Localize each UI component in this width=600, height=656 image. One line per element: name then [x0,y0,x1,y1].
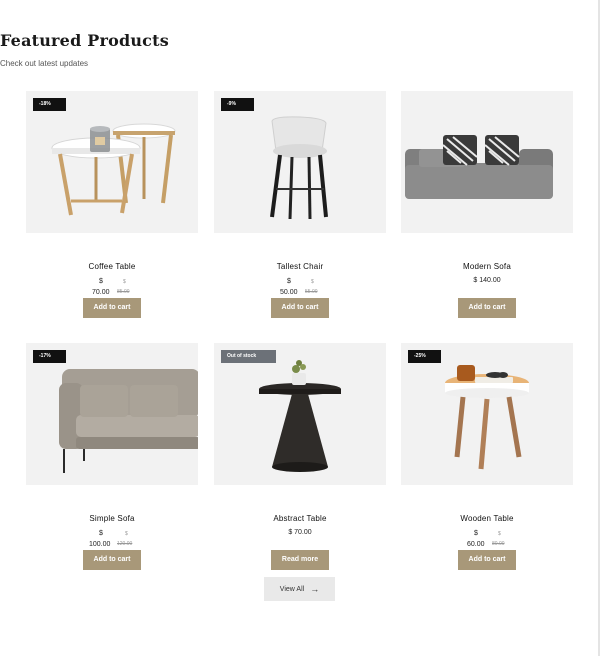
product-name[interactable]: Coffee Table [26,262,198,271]
bar-chair-illustration [270,116,328,220]
price-amount: 100.00 [89,541,111,548]
price-amount: 50.00 [280,289,298,296]
old-price-currency: $ [498,531,501,537]
price-text: $ 140.00 [473,277,501,284]
simple-sofa-illustration [59,369,198,473]
section-subtitle: Check out latest updates [0,59,89,68]
abstract-table-illustration [259,360,341,472]
view-all-label: View All [279,586,305,593]
product-name[interactable]: Simple Sofa [26,514,198,523]
section-title: Featured Products [0,31,169,50]
modern-sofa-illustration [405,135,553,199]
add-to-cart-button[interactable]: Add to cart [271,298,329,318]
old-price-currency: $ [311,279,314,285]
read-more-button[interactable]: Read more [271,550,329,570]
coffee-table-illustration [51,123,176,216]
price-block: $ $ 60.00 80.00 [401,529,573,549]
price-block: $ $ 100.00 120.00 [26,529,198,549]
old-price-amount: 55.00 [305,289,318,295]
discount-badge: -17% [33,350,66,363]
price-block: $ $ 70.00 85.00 [26,277,198,297]
old-price-currency: $ [123,279,126,285]
arrow-right-icon: → [310,584,320,594]
price-currency: $ [99,278,103,285]
add-to-cart-button[interactable]: Add to cart [458,298,516,318]
price-currency: $ [99,530,103,537]
price-amount: 60.00 [467,541,485,548]
price-block: $ $ 50.00 55.00 [214,277,386,297]
product-image-modern-sofa[interactable] [401,91,573,233]
product-image-abstract-table[interactable]: Out of stock [214,343,386,485]
view-all-button[interactable]: View All → [264,577,335,601]
add-to-cart-button[interactable]: Add to cart [458,550,516,570]
wooden-table-illustration [445,365,529,470]
price-text: $ 70.00 [288,529,312,536]
old-price-amount: 120.00 [117,541,133,547]
discount-badge: -18% [33,98,66,111]
add-to-cart-button[interactable]: Add to cart [83,550,141,570]
product-image-wooden-table[interactable]: -25% [401,343,573,485]
old-price-amount: 80.00 [492,541,505,547]
add-to-cart-button[interactable]: Add to cart [83,298,141,318]
price-currency: $ [474,530,478,537]
product-name[interactable]: Abstract Table [214,514,386,523]
price-amount: 70.00 [92,289,110,296]
stock-badge: Out of stock [221,350,276,363]
old-price-currency: $ [125,531,128,537]
product-name[interactable]: Wooden Table [401,514,573,523]
old-price-amount: 85.00 [117,289,130,295]
price-currency: $ [287,278,291,285]
product-name[interactable]: Modern Sofa [401,262,573,271]
product-image-tallest-chair[interactable]: -9% [214,91,386,233]
discount-badge: -9% [221,98,254,111]
product-image-simple-sofa[interactable]: -17% [26,343,198,485]
discount-badge: -25% [408,350,441,363]
product-name[interactable]: Tallest Chair [214,262,386,271]
product-image-coffee-table[interactable]: -18% [26,91,198,233]
